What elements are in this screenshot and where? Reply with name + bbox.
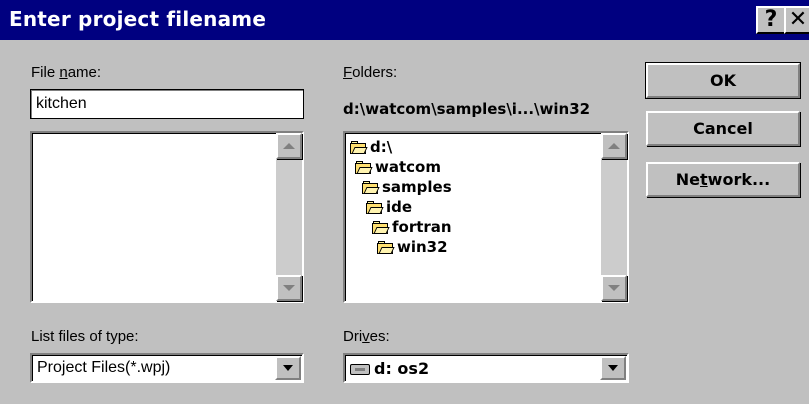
folder-icon: [366, 200, 384, 214]
folder-icon: [350, 140, 368, 154]
help-button[interactable]: ?: [756, 6, 786, 34]
folder-icon: [377, 240, 395, 254]
drives-label: Drives:: [343, 328, 390, 345]
help-icon: ?: [764, 7, 778, 32]
current-folder-path: d:\watcom\samples\i...\win32: [343, 100, 591, 118]
folder-item-label: fortran: [392, 218, 452, 236]
network-label-prefix: Ne: [675, 170, 701, 189]
folder-item-win32[interactable]: win32: [377, 237, 448, 257]
dropdown-arrow-icon: [608, 365, 618, 371]
network-label-mnemonic: t: [700, 170, 708, 189]
drives-selected: d: os2: [350, 359, 429, 378]
file-name-label: File name:: [31, 64, 101, 81]
folder-item-label: samples: [382, 178, 452, 196]
file-name-label-suffix: ame:: [67, 64, 102, 81]
folder-item-label: win32: [397, 238, 448, 256]
close-icon: ✕: [788, 7, 808, 32]
file-type-selected: Project Files(*.wpj): [37, 359, 171, 376]
network-label-suffix: work...: [707, 170, 771, 189]
drives-label-prefix: Dri: [343, 328, 363, 345]
cancel-button[interactable]: Cancel: [646, 111, 800, 146]
folder-icon: [355, 160, 373, 174]
drives-label-suffix: es:: [369, 328, 390, 345]
folders-label: Folders:: [343, 64, 397, 81]
file-list-scroll-up-button[interactable]: [276, 133, 302, 159]
folder-item-watcom[interactable]: watcom: [355, 157, 441, 177]
file-name-input[interactable]: [30, 89, 304, 119]
drives-dropdown-button[interactable]: [600, 356, 626, 380]
file-type-dropdown-button[interactable]: [275, 356, 301, 380]
scroll-down-icon: [283, 285, 295, 291]
file-list-scroll-down-button[interactable]: [276, 275, 302, 301]
folder-item-label: watcom: [375, 158, 441, 176]
folder-item-label: ide: [386, 198, 413, 216]
file-name-label-prefix: File: [31, 64, 60, 81]
folder-icon: [372, 220, 390, 234]
project-filename-dialog: Enter project filename ? ✕ File name: Fo…: [0, 0, 809, 404]
folders-label-suffix: olders:: [352, 64, 398, 81]
folders-label-mnemonic: F: [343, 64, 353, 81]
scroll-up-icon: [283, 143, 295, 149]
folder-item-samples[interactable]: samples: [362, 177, 452, 197]
folder-tree[interactable]: d:\ watcom samples ide fortran win32: [343, 131, 629, 303]
folder-item-label: d:\: [370, 138, 393, 156]
file-list-scrollbar[interactable]: [276, 133, 302, 301]
folder-item-ide[interactable]: ide: [366, 197, 412, 217]
folder-tree-scrollbar[interactable]: [601, 133, 627, 301]
drive-icon: [350, 364, 370, 375]
folder-item-d-root[interactable]: d:\: [350, 137, 392, 157]
title-bar[interactable]: Enter project filename ? ✕: [0, 0, 809, 40]
file-list[interactable]: [30, 131, 304, 303]
folder-item-fortran[interactable]: fortran: [372, 217, 452, 237]
scroll-up-icon: [608, 143, 620, 149]
folder-tree-scroll-down-button[interactable]: [601, 275, 627, 301]
close-button[interactable]: ✕: [784, 6, 809, 34]
network-button[interactable]: Ne t work...: [646, 162, 800, 197]
folder-tree-scroll-up-button[interactable]: [601, 133, 627, 159]
folder-icon: [362, 180, 380, 194]
file-name-label-mnemonic: n: [59, 64, 68, 81]
file-type-label: List files of type:: [31, 328, 139, 345]
drives-label-mnemonic: v: [362, 328, 370, 345]
drives-dropdown[interactable]: d: os2: [343, 353, 629, 383]
file-type-dropdown[interactable]: Project Files(*.wpj): [30, 353, 304, 383]
drives-selected-label: d: os2: [374, 359, 430, 378]
dropdown-arrow-icon: [283, 365, 293, 371]
ok-button[interactable]: OK: [645, 62, 801, 99]
window-title: Enter project filename: [9, 7, 267, 31]
scroll-down-icon: [608, 285, 620, 291]
